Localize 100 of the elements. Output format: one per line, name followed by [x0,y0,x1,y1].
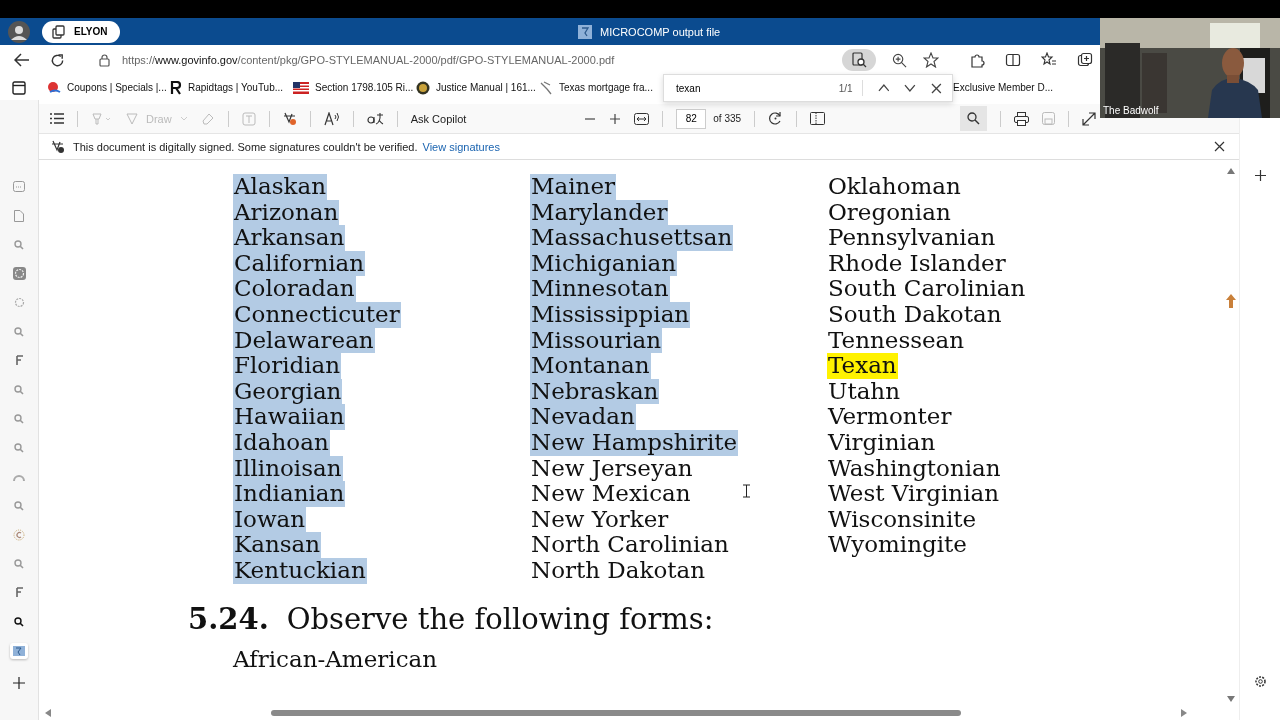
add-icon[interactable] [13,677,25,689]
state-name-text: Tennessean [827,327,966,354]
tab-icon[interactable] [13,181,25,192]
state-name-text: New Yorker [530,506,670,533]
state-name-text: Vermonter [827,404,953,430]
page-view-icon[interactable] [810,112,826,125]
sidebar-toggle-icon[interactable] [12,80,26,95]
state-name-text: New Mexican [530,481,691,507]
split-screen-icon[interactable] [1005,52,1021,68]
state-name-text: Minnesotan [530,276,670,302]
settings-icon[interactable] [1253,675,1267,688]
form-text: African-American [233,645,439,672]
scroll-down-icon[interactable] [1227,696,1235,702]
text-cursor-icon [743,484,750,498]
page-icon[interactable] [14,209,24,222]
back-icon[interactable] [14,53,30,67]
app-icon[interactable] [10,642,28,659]
star-icon[interactable] [923,52,939,68]
search-icon [967,112,980,125]
translate-icon[interactable] [366,112,384,125]
scroll-left-icon[interactable] [45,709,51,717]
section-heading: Observe the following forms: [286,601,714,636]
print-icon[interactable] [1014,111,1029,126]
close-icon[interactable] [931,82,942,94]
bookmark-link[interactable]: Coupons | Specials |... [47,80,170,95]
state-name-text: Arizonan [233,199,340,226]
state-name-text: Oregonian [827,199,952,226]
extensions-icon[interactable] [969,52,985,68]
state-name-text: Oklahoman [827,174,962,200]
address-field[interactable]: https://www.govinfo.gov/content/pkg/GPO-STYLEMANUAL-2000/pdf/GPO-STYLEMANUAL-2000.pdf [91,48,949,72]
state-name-text: Idahoan [233,429,330,456]
search-icon[interactable] [14,616,24,627]
horizontal-scrollbar-thumb[interactable] [271,710,961,716]
profile-button[interactable]: ELYON [42,20,120,43]
bookmark-link[interactable]: Section 1798.105 Ri... [293,81,416,94]
position-marker-icon [1226,294,1236,308]
document-icon [578,24,592,39]
caret-icon [179,116,188,121]
state-name-text: Pennsylvanian [827,225,997,251]
state-name-text: Arkansan [233,225,346,251]
ask-copilot-button[interactable]: Ask Copilot [410,112,467,125]
window-title: MICROCOMP output file [600,25,721,38]
bookmark-link[interactable]: Justice Manual | 161... [416,80,539,95]
add-icon[interactable] [1254,170,1266,181]
coupon-site-icon [47,80,61,95]
bookmark-link[interactable]: Rapidtags | YouTub... [170,80,293,95]
flower-icon[interactable] [12,267,26,280]
contents-icon[interactable] [50,113,64,124]
favorites-icon[interactable] [1041,52,1057,68]
previous-match-icon[interactable] [877,84,890,92]
page-search-icon[interactable] [842,49,876,71]
state-name-text: Wisconsinite [827,506,977,533]
state-name-text: Virginian [827,429,937,456]
refresh-icon[interactable] [50,52,65,68]
state-name-text: New Jerseyan [530,455,693,482]
search-button[interactable] [960,106,987,131]
state-name-text: Indianian [233,481,346,507]
state-name-text: West Virginian [827,481,1001,507]
state-name-text: Massachusettsan [530,225,734,251]
state-name-text: Californian [233,250,366,277]
letter-r-icon [170,80,182,95]
state-name-text: Montanan [530,353,651,379]
close-icon[interactable] [1214,141,1225,152]
state-name-text: Nebraskan [530,378,660,405]
state-name-text: Rhode Islander [827,250,1007,277]
signature-icon [51,139,65,154]
state-name-text: New Hampshirite [530,429,739,456]
profile-avatar-icon[interactable] [8,20,30,43]
signature-icon[interactable] [282,111,297,126]
coin-icon[interactable] [13,528,25,541]
collections-icon[interactable] [1077,52,1093,68]
bookmark-link[interactable]: Exclusive Member D... [953,82,1076,93]
bookmark-glyph-icon[interactable] [14,355,24,366]
state-name-text: Delawarean [233,327,375,354]
state-name-text: South Carolinian [827,276,1027,302]
scroll-right-icon[interactable] [1181,709,1187,717]
tabs-icon [52,24,68,39]
read-aloud-icon[interactable] [323,111,340,126]
signature-message: This document is digitally signed. Some signatures couldn't be verified. [73,140,418,153]
zoom-in-icon[interactable] [892,52,907,68]
rotate-icon[interactable] [768,111,784,126]
state-name-text: Georgian [233,378,343,405]
zoom-in-icon[interactable] [609,112,622,125]
state-name-text: Michiganian [530,250,678,277]
page-count: of 335 [713,113,742,124]
scroll-up-icon[interactable] [1227,168,1235,174]
state-name-text: Hawaiian [233,404,346,430]
state-name-text: Alaskan [233,174,327,200]
state-name-text: Texan [827,353,898,379]
next-match-icon[interactable] [904,84,917,92]
view-signatures-link[interactable]: View signatures [422,140,500,153]
expand-icon[interactable] [1082,111,1096,126]
state-name-text: Iowan [233,506,307,533]
seal-icon [416,80,430,95]
url-text: https://www.govinfo.gov/content/pkg/GPO-STYLEMANUAL-2000/pdf/GPO-STYLEMANUAL-2000.pdf [122,54,615,66]
fit-width-icon[interactable] [634,112,650,125]
bookmark-glyph-icon[interactable] [14,587,24,598]
bookmark-link[interactable]: Texas mortgage fra... [539,80,662,95]
participant-name: The Badwolf [1103,105,1159,116]
page-number-field[interactable]: 82 [676,108,707,129]
